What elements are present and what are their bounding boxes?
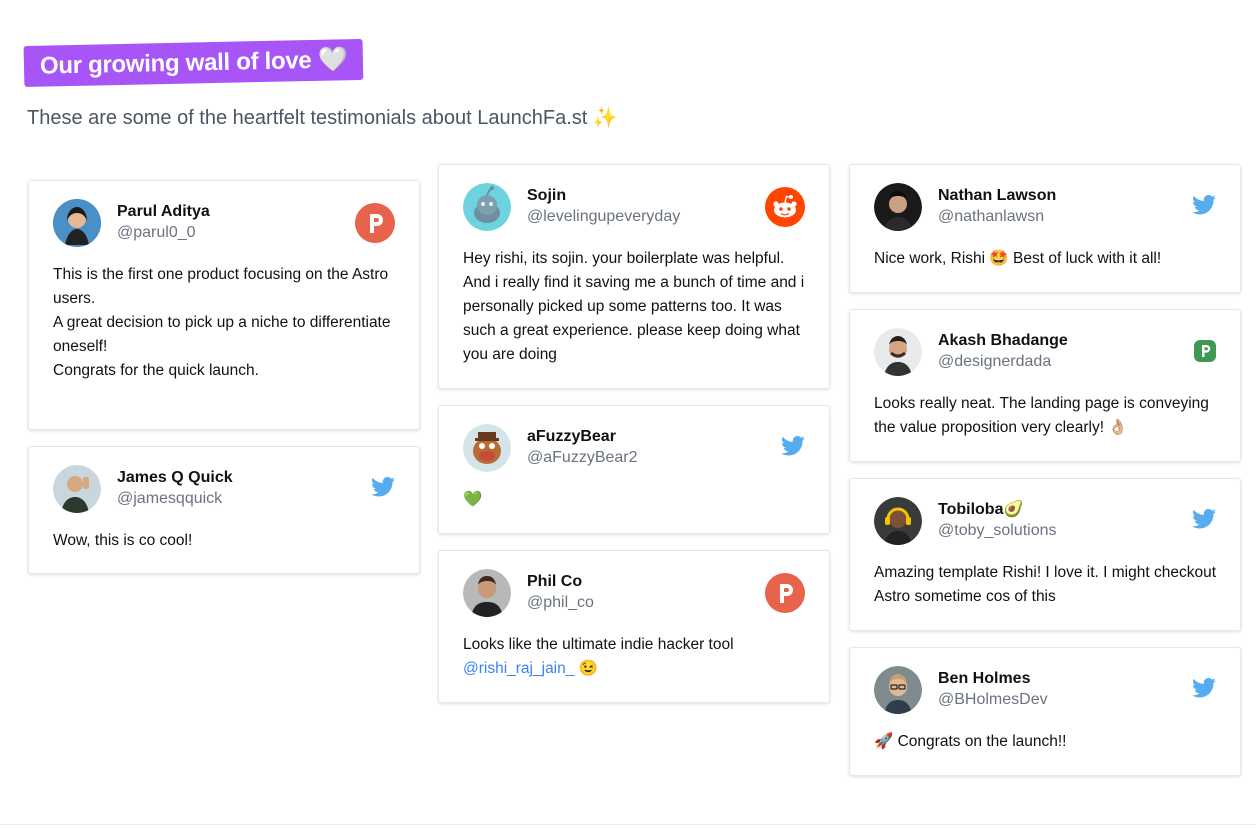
avatar <box>53 465 101 513</box>
avatar <box>463 569 511 617</box>
page-title: Our growing wall of love 🤍 <box>23 38 364 87</box>
author-name: Akash Bhadange <box>938 332 1068 349</box>
testimonial-text: Nice work, Rishi 🤩 Best of luck with it … <box>874 250 1162 267</box>
column-3: Nathan Lawson @nathanlawsn Nice work, Ri… <box>849 164 1241 792</box>
producthunt-icon[interactable] <box>355 203 395 248</box>
testimonial-card: Sojin @levelingupeveryday Hey rishi, its… <box>438 164 830 389</box>
testimonial-text: 💚 <box>463 491 483 508</box>
testimonial-text: Amazing template Rishi! I love it. I mig… <box>874 564 1217 605</box>
mention-link[interactable]: @rishi_raj_jain_ <box>463 660 574 677</box>
author-name: Parul Aditya <box>117 203 210 220</box>
author-name: aFuzzyBear <box>527 428 616 445</box>
author-name: James Q Quick <box>117 469 233 486</box>
page-subtitle: These are some of the heartfelt testimon… <box>27 107 618 129</box>
avatar <box>874 666 922 714</box>
author-handle[interactable]: @designerdada <box>938 351 1216 373</box>
column-1: Parul Aditya @parul0_0 This is the first… <box>28 180 420 590</box>
column-2: Sojin @levelingupeveryday Hey rishi, its… <box>438 164 830 719</box>
testimonial-card: Nathan Lawson @nathanlawsn Nice work, Ri… <box>849 164 1241 293</box>
testimonial-text: Looks like the ultimate indie hacker too… <box>463 636 734 653</box>
avatar <box>463 183 511 231</box>
producthunt-icon[interactable] <box>765 573 805 618</box>
author-handle[interactable]: @parul0_0 <box>117 222 395 244</box>
author-name: Ben Holmes <box>938 670 1031 687</box>
author-name: Tobiloba🥑 <box>938 501 1024 518</box>
avatar <box>874 497 922 545</box>
twitter-icon[interactable] <box>1192 194 1216 220</box>
author-name: Sojin <box>527 187 567 204</box>
testimonial-text: Congrats for the quick launch. <box>53 362 259 379</box>
reddit-icon[interactable] <box>765 187 805 232</box>
testimonial-text: Wow, this is co cool! <box>53 532 193 549</box>
testimonial-card: Tobiloba🥑 @toby_solutions Amazing templa… <box>849 478 1241 631</box>
twitter-icon[interactable] <box>781 435 805 461</box>
testimonial-card: Ben Holmes @BHolmesDev 🚀 Congrats on the… <box>849 647 1241 776</box>
testimonial-text: Looks really neat. The landing page is c… <box>874 395 1209 436</box>
avatar <box>874 328 922 376</box>
twitter-icon[interactable] <box>1192 508 1216 534</box>
testimonial-card: Parul Aditya @parul0_0 This is the first… <box>28 180 420 430</box>
author-handle[interactable]: @toby_solutions <box>938 520 1216 542</box>
testimonial-text: Hey rishi, its sojin. your boilerplate w… <box>463 250 805 363</box>
avatar <box>874 183 922 231</box>
twitter-icon[interactable] <box>371 476 395 502</box>
avatar <box>463 424 511 472</box>
author-name: Nathan Lawson <box>938 187 1057 204</box>
author-handle[interactable]: @nathanlawsn <box>938 206 1216 228</box>
peerlist-icon[interactable] <box>1194 340 1216 367</box>
testimonial-card: James Q Quick @jamesqquick Wow, this is … <box>28 446 420 574</box>
author-handle[interactable]: @BHolmesDev <box>938 689 1216 711</box>
wink-emoji: 😉 <box>574 660 598 677</box>
author-handle[interactable]: @aFuzzyBear2 <box>527 447 805 469</box>
testimonial-text: A great decision to pick up a niche to d… <box>53 314 391 355</box>
twitter-icon[interactable] <box>1192 677 1216 703</box>
author-handle[interactable]: @jamesqquick <box>117 488 395 510</box>
author-name: Phil Co <box>527 573 583 590</box>
testimonial-text: 🚀 Congrats on the launch!! <box>874 733 1067 750</box>
testimonial-card: aFuzzyBear @aFuzzyBear2 💚 <box>438 405 830 534</box>
testimonial-card: Akash Bhadange @designerdada Looks reall… <box>849 309 1241 462</box>
testimonial-text: This is the first one product focusing o… <box>53 266 389 307</box>
section-divider <box>0 824 1256 825</box>
avatar <box>53 199 101 247</box>
author-handle[interactable]: @levelingupeveryday <box>527 206 805 228</box>
author-handle[interactable]: @phil_co <box>527 592 805 614</box>
testimonial-card: Phil Co @phil_co Looks like the ultimate… <box>438 550 830 703</box>
